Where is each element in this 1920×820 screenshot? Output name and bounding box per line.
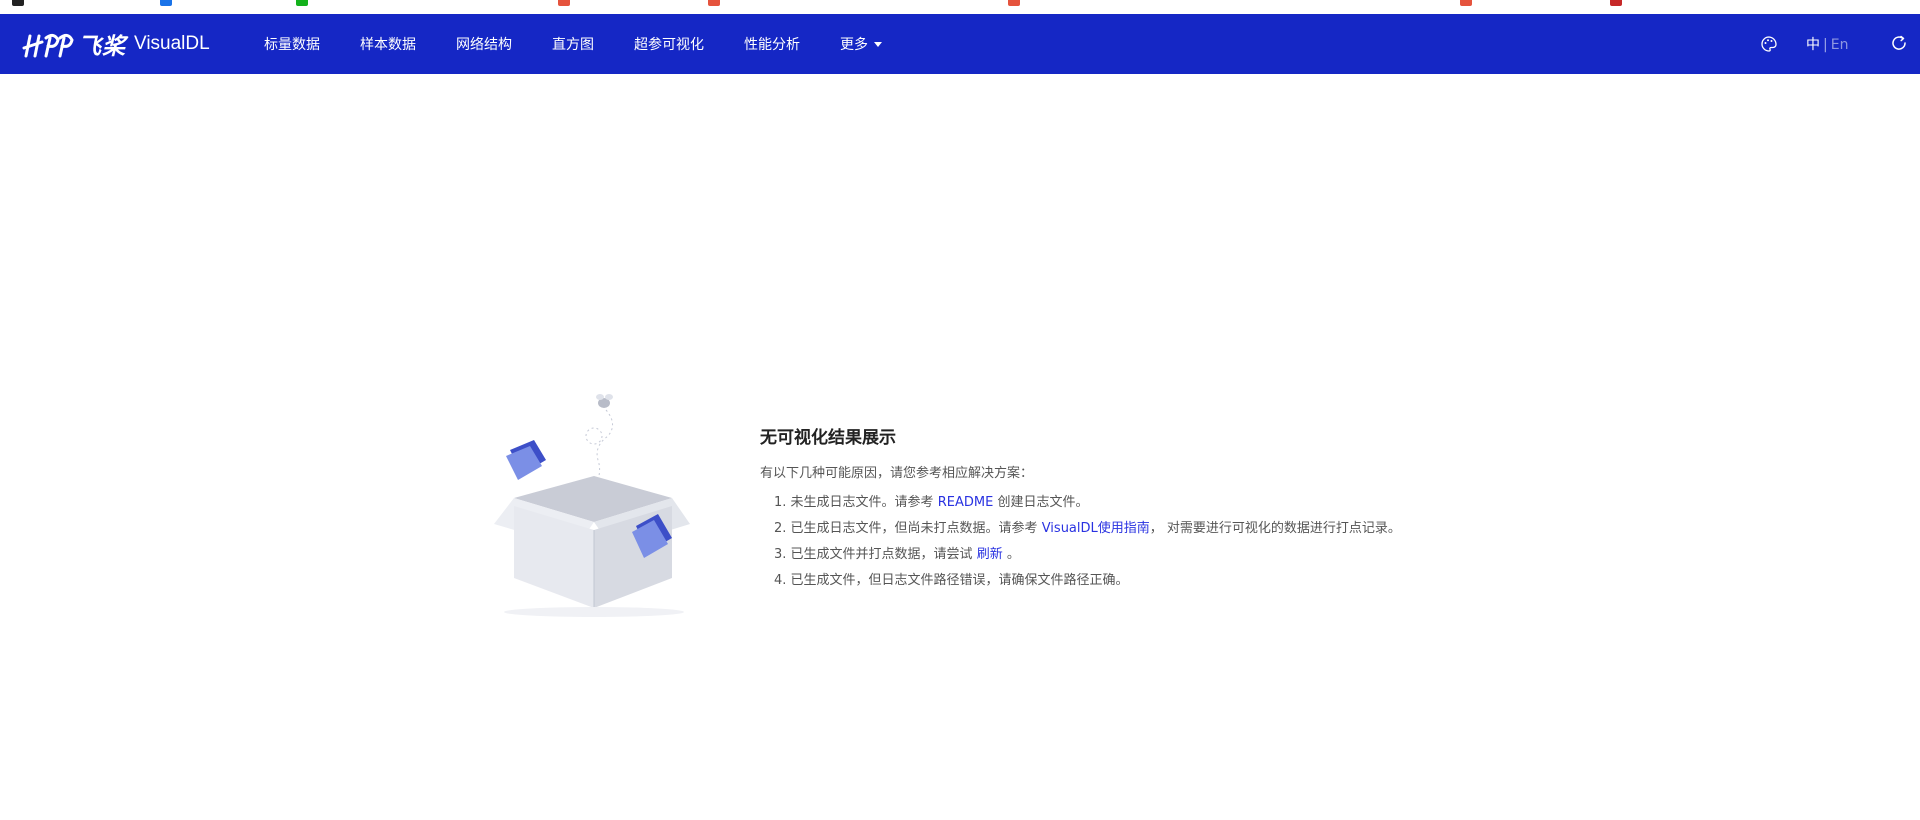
readme-link[interactable]: README bbox=[938, 495, 994, 510]
bookmark-item[interactable] bbox=[12, 0, 24, 6]
reason-text: 已生成日志文件，但尚未打点数据。请参考 bbox=[790, 521, 1038, 536]
caret-down-icon bbox=[874, 41, 882, 47]
bookmark-item[interactable] bbox=[1610, 0, 1622, 6]
nav-item-more[interactable]: 更多 bbox=[840, 34, 882, 54]
bookmark-item[interactable] bbox=[558, 0, 570, 6]
reason-number: 2. bbox=[774, 521, 787, 536]
reason-item: 2. 已生成日志文件，但尚未打点数据。请参考 VisualDL使用指南， 对需要… bbox=[774, 516, 1500, 542]
nav-item-histogram[interactable]: 直方图 bbox=[552, 34, 594, 54]
nav-item-more-label: 更多 bbox=[840, 37, 868, 53]
bookmark-item[interactable] bbox=[160, 0, 172, 6]
bookmark-item[interactable] bbox=[1008, 0, 1020, 6]
nav-item-hyperparameter[interactable]: 超参可视化 bbox=[634, 34, 704, 54]
main-nav: 标量数据 样本数据 网络结构 直方图 超参可视化 性能分析 更多 bbox=[264, 14, 922, 74]
refresh-icon[interactable] bbox=[1890, 34, 1908, 52]
reason-item: 3. 已生成文件并打点数据，请尝试 刷新 。 bbox=[774, 542, 1500, 568]
refresh-link[interactable]: 刷新 bbox=[977, 547, 1003, 562]
nav-item-profiler[interactable]: 性能分析 bbox=[744, 34, 800, 54]
nav-item-graph[interactable]: 网络结构 bbox=[456, 34, 512, 54]
empty-box-illustration bbox=[494, 394, 690, 617]
reason-text-after: 创建日志文件。 bbox=[997, 495, 1089, 510]
bookmark-item[interactable] bbox=[296, 0, 308, 6]
lang-en[interactable]: En bbox=[1831, 37, 1849, 53]
paddle-logo-icon bbox=[22, 33, 74, 58]
reason-text-after: ， 对需要进行可视化的数据进行打点记录。 bbox=[1149, 521, 1401, 536]
reason-text-after: 。 bbox=[1006, 547, 1020, 562]
top-navbar: 飞桨 VisualDL 标量数据 样本数据 网络结构 直方图 超参可视化 性能分… bbox=[0, 14, 1920, 74]
reason-text: 已生成文件并打点数据，请尝试 bbox=[790, 547, 973, 562]
reason-item: 4. 已生成文件，但日志文件路径错误，请确保文件路径正确。 bbox=[774, 568, 1500, 594]
reason-text: 已生成文件，但日志文件路径错误，请确保文件路径正确。 bbox=[790, 573, 1129, 588]
logo[interactable]: 飞桨 VisualDL bbox=[20, 28, 210, 60]
bee-icon bbox=[596, 394, 613, 408]
empty-intro: 有以下几种可能原因，请您参考相应解决方案： bbox=[760, 466, 1034, 481]
bookmark-item[interactable] bbox=[708, 0, 720, 6]
reason-number: 4. bbox=[774, 573, 787, 588]
logo-brand-text: 飞桨 bbox=[78, 34, 126, 60]
language-switch[interactable]: 中 | En bbox=[1806, 34, 1848, 54]
nav-item-samples[interactable]: 样本数据 bbox=[360, 34, 416, 54]
lang-separator: | bbox=[1823, 37, 1828, 53]
reason-number: 1. bbox=[774, 495, 787, 510]
bookmark-item[interactable] bbox=[1460, 0, 1472, 6]
paper-left-icon bbox=[506, 440, 546, 480]
reason-number: 3. bbox=[774, 547, 787, 562]
reason-item: 1. 未生成日志文件。请参考 README 创建日志文件。 bbox=[774, 490, 1500, 516]
nav-item-scalar[interactable]: 标量数据 bbox=[264, 34, 320, 54]
palette-icon[interactable] bbox=[1760, 35, 1778, 53]
lang-zh[interactable]: 中 bbox=[1806, 37, 1820, 53]
guide-link[interactable]: VisualDL使用指南 bbox=[1042, 521, 1150, 536]
reason-list: 1. 未生成日志文件。请参考 README 创建日志文件。 2. 已生成日志文件… bbox=[760, 490, 1500, 594]
empty-state: 无可视化结果展示 有以下几种可能原因，请您参考相应解决方案： 1. 未生成日志文… bbox=[760, 426, 1500, 594]
reason-text: 未生成日志文件。请参考 bbox=[790, 495, 934, 510]
logo-product-text: VisualDL bbox=[134, 33, 210, 54]
bookmarks-bar bbox=[0, 0, 1920, 14]
empty-title: 无可视化结果展示 bbox=[760, 428, 896, 448]
